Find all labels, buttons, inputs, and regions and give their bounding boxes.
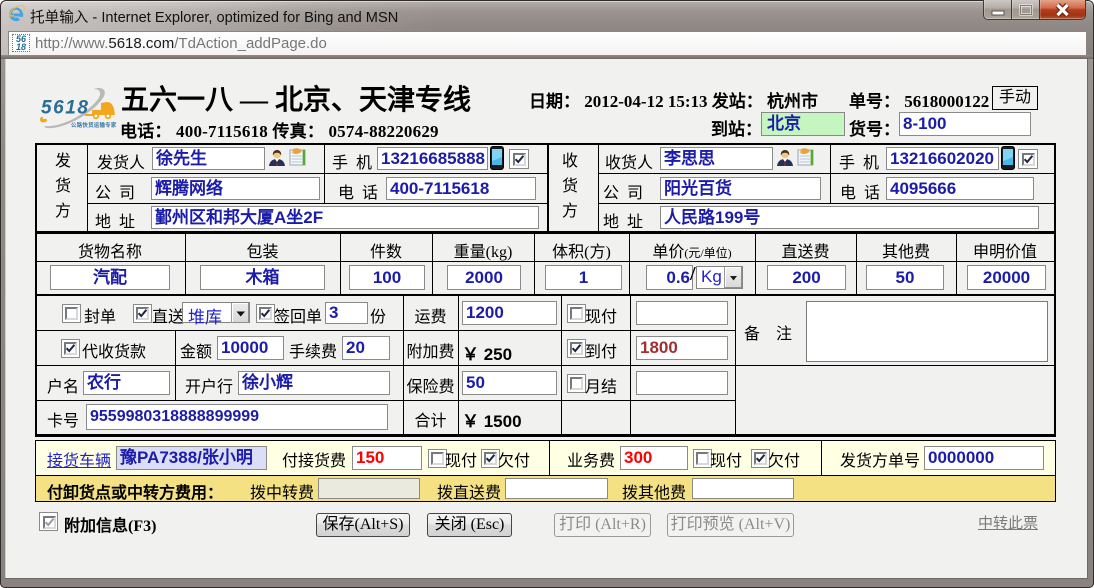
svg-text:公路快货运输专家: 公路快货运输专家 bbox=[71, 121, 117, 129]
svg-text:5618: 5618 bbox=[41, 98, 88, 119]
svg-text:18: 18 bbox=[16, 42, 26, 51]
